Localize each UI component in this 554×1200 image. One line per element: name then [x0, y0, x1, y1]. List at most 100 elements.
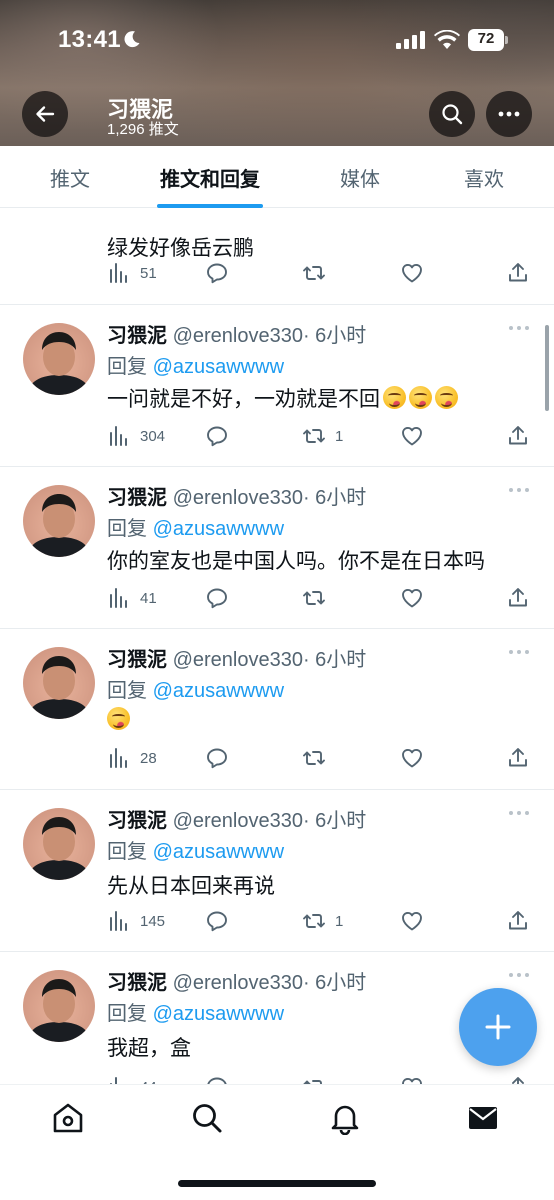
- tweet[interactable]: 习猥泥 @erenlove330· 6小时 回复 @azusawwww 你的室友…: [0, 467, 554, 629]
- tweet-actions: 41: [0, 583, 554, 613]
- like-button[interactable]: [400, 1072, 424, 1084]
- tweet[interactable]: 习猥泥 @erenlove330· 6小时 回复 @azusawwww 28: [0, 629, 554, 790]
- explore-icon[interactable]: [190, 1101, 224, 1135]
- back-button[interactable]: [22, 91, 68, 137]
- tab-media[interactable]: 媒体: [290, 146, 430, 208]
- more-button[interactable]: [486, 91, 532, 137]
- tweet-more-icon[interactable]: [508, 485, 530, 495]
- tweet[interactable]: 习猥泥 @erenlove330· 6小时 回复 @azusawwww 一问就是…: [0, 305, 554, 467]
- reply-mention[interactable]: @azusawwww: [153, 356, 284, 378]
- tweet-text: 我超，盒: [107, 1037, 191, 1060]
- tweet-actions: 304 1: [0, 421, 554, 451]
- like-icon: [402, 911, 422, 931]
- retweet-icon: [303, 914, 325, 928]
- views-button[interactable]: 145: [107, 906, 165, 936]
- reply-button[interactable]: [205, 258, 229, 288]
- moon-icon: [124, 31, 140, 48]
- author-name[interactable]: 习猥泥: [107, 325, 167, 347]
- tweet[interactable]: 绿发好像岳云鹏: [0, 208, 554, 305]
- retweet-button[interactable]: 1: [302, 421, 343, 451]
- retweet-button[interactable]: 1: [302, 906, 343, 936]
- author-handle[interactable]: @erenlove330: [173, 972, 303, 994]
- avatar-portrait: [27, 979, 91, 1042]
- views-button[interactable]: 41: [107, 583, 157, 613]
- notifications-icon[interactable]: [328, 1101, 362, 1135]
- views-icon: [110, 588, 127, 608]
- reply-button[interactable]: [205, 1072, 229, 1084]
- battery-level: 72: [477, 30, 495, 47]
- tweet-header: 习猥泥 @erenlove330· 6小时: [107, 804, 366, 833]
- views-count: 51: [140, 264, 157, 282]
- more-icon: [498, 111, 520, 117]
- tweet-actions: 145 1: [0, 906, 554, 936]
- like-button[interactable]: [400, 421, 424, 451]
- author-name[interactable]: 习猥泥: [107, 649, 167, 671]
- yum-emoji-icon: [435, 386, 458, 409]
- like-icon: [402, 263, 422, 283]
- author-name[interactable]: 习猥泥: [107, 972, 167, 994]
- home-icon[interactable]: [51, 1101, 85, 1135]
- tweet-more-icon[interactable]: [508, 808, 530, 818]
- views-button[interactable]: 44: [107, 1072, 157, 1084]
- avatar-portrait: [27, 656, 91, 719]
- reply-button[interactable]: [205, 421, 229, 451]
- share-button[interactable]: [506, 583, 530, 613]
- author-name[interactable]: 习猥泥: [107, 487, 167, 509]
- author-handle[interactable]: @erenlove330: [173, 487, 303, 509]
- retweet-count: 1: [335, 912, 344, 930]
- author-handle[interactable]: @erenlove330: [173, 810, 303, 832]
- avatar[interactable]: [23, 970, 95, 1042]
- yum-emoji-icon: [107, 707, 130, 730]
- profile-header: 13:41 72 习猥泥 1,296 推文: [0, 0, 554, 146]
- tweet-text: 一问就是不好，一劝就是不回: [107, 388, 380, 411]
- reply-button[interactable]: [205, 583, 229, 613]
- reply-mention[interactable]: @azusawwww: [153, 680, 284, 702]
- reply-icon: [207, 588, 227, 609]
- avatar[interactable]: [23, 647, 95, 719]
- retweet-button[interactable]: [302, 1072, 326, 1084]
- reply-button[interactable]: [205, 743, 229, 773]
- like-button[interactable]: [400, 583, 424, 613]
- tab-replies[interactable]: 推文和回复: [140, 146, 280, 208]
- retweet-button[interactable]: [302, 743, 335, 773]
- timeline[interactable]: 绿发好像岳云鹏 习猥泥 @erenlove330· 6小时 回复 @azusaw…: [0, 208, 554, 1084]
- reply-mention[interactable]: @azusawwww: [153, 1003, 284, 1025]
- retweet-button[interactable]: [302, 583, 335, 613]
- avatar-portrait: [27, 494, 91, 557]
- tweet[interactable]: 习猥泥 @erenlove330· 6小时 回复 @azusawwww 先从日本…: [0, 790, 554, 952]
- share-button[interactable]: [506, 743, 530, 773]
- views-icon: [110, 748, 127, 768]
- views-button[interactable]: 304: [107, 421, 165, 451]
- reply-mention[interactable]: @azusawwww: [153, 518, 284, 540]
- share-button[interactable]: [506, 906, 530, 936]
- retweet-button[interactable]: [302, 258, 326, 288]
- reply-mention[interactable]: @azusawwww: [153, 841, 284, 863]
- like-button[interactable]: [400, 743, 424, 773]
- views-button[interactable]: 51: [107, 258, 157, 288]
- compose-button[interactable]: [459, 988, 537, 1066]
- tweet-more-icon[interactable]: [508, 323, 530, 333]
- share-button[interactable]: [506, 421, 530, 451]
- tab-likes[interactable]: 喜欢: [414, 146, 554, 208]
- share-button[interactable]: [506, 1072, 530, 1084]
- tweet-more-icon[interactable]: [508, 647, 530, 657]
- reply-button[interactable]: [205, 906, 229, 936]
- like-button[interactable]: [400, 258, 424, 288]
- tab-label: 推文和回复: [160, 168, 260, 191]
- avatar[interactable]: [23, 485, 95, 557]
- tweet-actions: 28: [0, 743, 554, 773]
- tab-posts[interactable]: 推文: [0, 146, 140, 208]
- scrollbar-thumb[interactable]: [545, 325, 549, 411]
- search-button[interactable]: [429, 91, 475, 137]
- messages-icon[interactable]: [466, 1101, 500, 1135]
- author-handle[interactable]: @erenlove330: [173, 325, 303, 347]
- avatar[interactable]: [23, 323, 95, 395]
- author-handle[interactable]: @erenlove330: [173, 649, 303, 671]
- author-name[interactable]: 习猥泥: [107, 810, 167, 832]
- views-button[interactable]: 28: [107, 743, 157, 773]
- yum-emoji-icon: [383, 386, 406, 409]
- avatar[interactable]: [23, 808, 95, 880]
- tweet-more-icon[interactable]: [508, 970, 530, 980]
- like-button[interactable]: [400, 906, 424, 936]
- share-button[interactable]: [506, 258, 530, 288]
